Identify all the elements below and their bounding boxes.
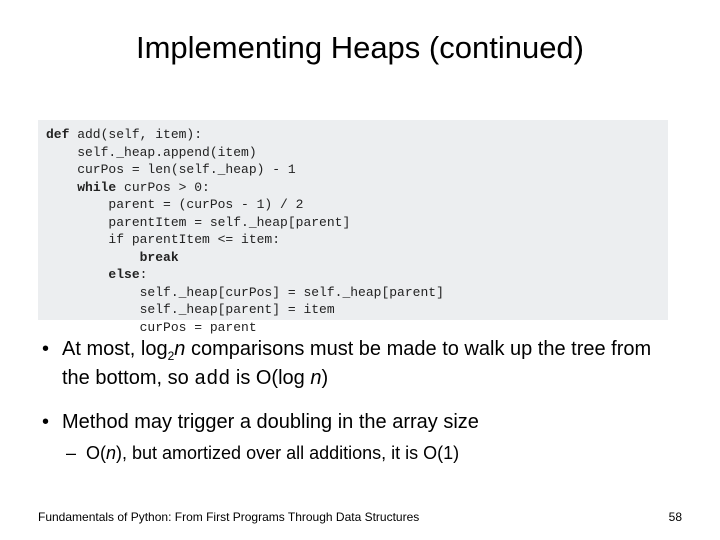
- code-l6: parentItem = self._heap[parent]: [46, 215, 350, 230]
- b1-text4: ): [321, 367, 328, 389]
- code-l4c: curPos > 0:: [116, 180, 210, 195]
- bullet-1: At most, log2n comparisons must be made …: [38, 336, 678, 393]
- code-l7: if parentItem <= item:: [46, 232, 280, 247]
- b2s-t2: ), but amortized over all additions, it …: [116, 443, 459, 463]
- code-block: def add(self, item): self._heap.append(i…: [38, 120, 668, 320]
- b2s-n: n: [106, 443, 116, 463]
- sub-bullet-list: O(n), but amortized over all additions, …: [62, 441, 678, 465]
- code-l9c: :: [140, 267, 148, 282]
- kw-else: else: [108, 267, 139, 282]
- kw-while: while: [77, 180, 116, 195]
- slide-title: Implementing Heaps (continued): [0, 30, 720, 66]
- code-l11: self._heap[parent] = item: [46, 302, 335, 317]
- b1-text3: is O(log: [230, 367, 310, 389]
- footer-text: Fundamentals of Python: From First Progr…: [38, 510, 419, 524]
- b1-n2: n: [310, 367, 321, 389]
- b1-text1: At most, log: [62, 338, 168, 360]
- page-number: 58: [669, 510, 682, 524]
- code-l9a: [46, 267, 108, 282]
- code-l10: self._heap[curPos] = self._heap[parent]: [46, 285, 444, 300]
- code-l12: curPos = parent: [46, 320, 257, 335]
- sub-bullet-1: O(n), but amortized over all additions, …: [62, 441, 678, 465]
- code-l2: self._heap.append(item): [46, 145, 257, 160]
- code-l5: parent = (curPos - 1) / 2: [46, 197, 303, 212]
- b1-code: add: [194, 368, 230, 391]
- b1-n1: n: [174, 338, 185, 360]
- bullet-list: At most, log2n comparisons must be made …: [38, 336, 678, 465]
- slide: Implementing Heaps (continued) def add(s…: [0, 0, 720, 540]
- kw-break: break: [140, 250, 179, 265]
- code-l1b: add(self, item):: [69, 127, 202, 142]
- bullet-2: Method may trigger a doubling in the arr…: [38, 409, 678, 465]
- code-l8a: [46, 250, 140, 265]
- kw-def: def: [46, 127, 69, 142]
- code-l3: curPos = len(self._heap) - 1: [46, 162, 296, 177]
- code-l4a: [46, 180, 77, 195]
- bullet-body: At most, log2n comparisons must be made …: [38, 336, 678, 481]
- b2-text: Method may trigger a doubling in the arr…: [62, 411, 479, 433]
- b2s-t1: O(: [86, 443, 106, 463]
